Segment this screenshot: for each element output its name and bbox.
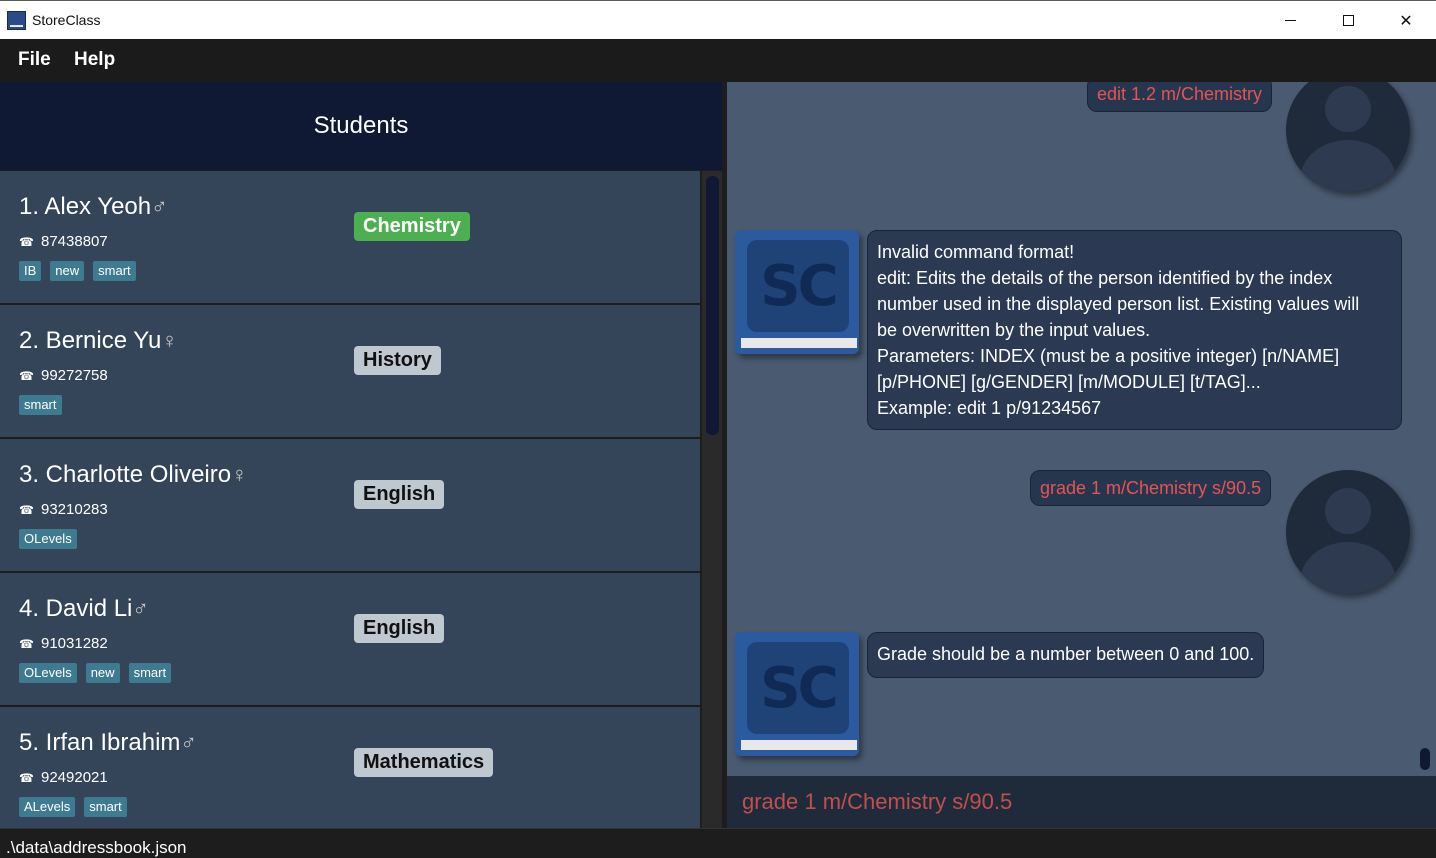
- bot-message-line: [p/PHONE] [g/GENDER] [m/MODULE] [t/TAG].…: [877, 372, 1261, 392]
- module-badge: English: [354, 614, 445, 643]
- storeclass-logo-icon: SC: [735, 230, 859, 354]
- scrollbar-thumb[interactable]: [706, 176, 719, 435]
- command-box: [727, 776, 1436, 828]
- user-message: edit 1.2 m/Chemistry: [1087, 82, 1273, 112]
- phone-icon: ☎: [19, 368, 34, 383]
- minimize-button[interactable]: [1261, 1, 1319, 40]
- bot-message-line: Grade should be a number between 0 and 1…: [877, 644, 1255, 664]
- maximize-button[interactable]: [1319, 1, 1377, 40]
- student-card[interactable]: 4. David Li♂ ☎ 91031282 OLevels new smart Engl…: [0, 573, 700, 705]
- command-input[interactable]: [742, 789, 1422, 815]
- tag-list: ALevels smart: [19, 797, 127, 817]
- student-card[interactable]: 1. Alex Yeoh♂ ☎ 87438807 IB new smart Chemistr…: [0, 171, 700, 303]
- student-name-text: 2. Bernice Yu: [19, 327, 162, 354]
- tag: smart: [128, 663, 172, 683]
- tag-list: OLevels new smart: [19, 663, 172, 683]
- tag: OLevels: [19, 663, 77, 683]
- tag-list: OLevels: [19, 529, 77, 549]
- gender-icon: ♂: [180, 730, 197, 755]
- students-title: Students: [313, 112, 409, 139]
- phone-number: 92492021: [41, 769, 108, 786]
- module-badge: History: [354, 346, 441, 375]
- student-name-text: 3. Charlotte Oliveiro: [19, 461, 232, 488]
- phone-row: ☎ 87438807: [19, 233, 108, 250]
- student-name-text: 1. Alex Yeoh: [19, 193, 152, 220]
- phone-number: 87438807: [41, 233, 108, 250]
- user-message-text: edit 1.2 m/Chemistry: [1097, 84, 1263, 104]
- student-card[interactable]: 5. Irfan Ibrahim♂ ☎ 92492021 ALevels smart Ma…: [0, 707, 700, 828]
- bot-message-line: number used in the displayed person list…: [877, 294, 1360, 314]
- tag: new: [50, 261, 85, 281]
- maximize-icon: [1342, 15, 1354, 26]
- storeclass-logo-icon: SC: [735, 632, 859, 756]
- student-name: 3. Charlotte Oliveiro♀: [19, 461, 248, 489]
- students-panel: Students 1. Alex Yeoh♂ ☎ 87438807 IB new smar…: [0, 82, 722, 828]
- user-avatar-icon: [1286, 470, 1410, 594]
- chat-panel[interactable]: edit 1.2 m/Chemistry SC Invalid command …: [727, 82, 1436, 776]
- students-header: Students: [0, 82, 722, 170]
- tag: new: [85, 663, 120, 683]
- bot-message-line: Example: edit 1 p/91234567: [877, 398, 1102, 418]
- tag: OLevels: [19, 529, 77, 549]
- bot-message-line: be overwritten by the input values.: [877, 320, 1151, 340]
- phone-number: 93210283: [41, 501, 108, 518]
- student-list-scrollbar[interactable]: [702, 171, 722, 828]
- student-name: 4. David Li♂: [19, 595, 149, 623]
- gender-icon: ♂: [132, 596, 149, 621]
- phone-row: ☎ 92492021: [19, 769, 108, 786]
- bot-message: Invalid command format! edit: Edits the …: [867, 230, 1402, 430]
- bot-message-line: Parameters: INDEX (must be a positive in…: [877, 346, 1340, 366]
- tag: IB: [19, 261, 42, 281]
- phone-row: ☎ 99272758: [19, 367, 108, 384]
- tag-list: IB new smart: [19, 261, 136, 281]
- gender-icon: ♂: [151, 194, 168, 219]
- tag: ALevels: [19, 797, 76, 817]
- close-button[interactable]: ✕: [1377, 1, 1435, 40]
- minimize-icon: [1284, 20, 1296, 21]
- gender-icon: ♀: [161, 328, 178, 353]
- student-name: 5. Irfan Ibrahim♂: [19, 729, 197, 757]
- student-name: 1. Alex Yeoh♂: [19, 193, 168, 221]
- student-name-text: 4. David Li: [19, 595, 133, 622]
- app-logo-icon: [7, 11, 26, 30]
- user-avatar-icon: [1286, 82, 1410, 192]
- student-name-text: 5. Irfan Ibrahim: [19, 729, 181, 756]
- phone-icon: ☎: [19, 770, 34, 785]
- phone-number: 91031282: [41, 635, 108, 652]
- phone-icon: ☎: [19, 502, 34, 517]
- bot-message: Grade should be a number between 0 and 1…: [867, 632, 1265, 678]
- phone-row: ☎ 93210283: [19, 501, 108, 518]
- tag: smart: [93, 261, 136, 281]
- menu-file[interactable]: File: [18, 49, 51, 71]
- status-bar: .\data\addressbook.json: [0, 828, 1436, 857]
- phone-icon: ☎: [19, 636, 34, 651]
- student-list[interactable]: 1. Alex Yeoh♂ ☎ 87438807 IB new smart Chemistr…: [0, 171, 702, 828]
- module-badge: Mathematics: [354, 748, 494, 777]
- chat-scrollbar-thumb[interactable]: [1420, 748, 1430, 770]
- data-file-path: .\data\addressbook.json: [6, 838, 187, 857]
- gender-icon: ♀: [231, 462, 248, 487]
- window-title: StoreClass: [32, 12, 101, 28]
- student-card[interactable]: 3. Charlotte Oliveiro♀ ☎ 93210283 OLevels En…: [0, 439, 700, 571]
- tag-list: smart: [19, 395, 62, 415]
- module-badge: English: [354, 480, 445, 509]
- tag: smart: [84, 797, 127, 817]
- phone-icon: ☎: [19, 234, 34, 249]
- tag: smart: [19, 395, 62, 415]
- phone-row: ☎ 91031282: [19, 635, 108, 652]
- bot-message-line: Invalid command format!: [877, 242, 1075, 262]
- close-icon: ✕: [1399, 12, 1413, 30]
- title-bar: StoreClass ✕: [0, 0, 1436, 39]
- student-card[interactable]: 2. Bernice Yu♀ ☎ 99272758 smart History: [0, 305, 700, 437]
- user-message: grade 1 m/Chemistry s/90.5: [1030, 470, 1272, 506]
- menu-bar: File Help: [0, 39, 1436, 82]
- phone-number: 99272758: [41, 367, 108, 384]
- student-name: 2. Bernice Yu♀: [19, 327, 178, 355]
- bot-message-line: edit: Edits the details of the person id…: [877, 268, 1333, 288]
- module-badge: Chemistry: [354, 212, 470, 241]
- user-message-text: grade 1 m/Chemistry s/90.5: [1040, 478, 1262, 498]
- menu-help[interactable]: Help: [74, 49, 115, 71]
